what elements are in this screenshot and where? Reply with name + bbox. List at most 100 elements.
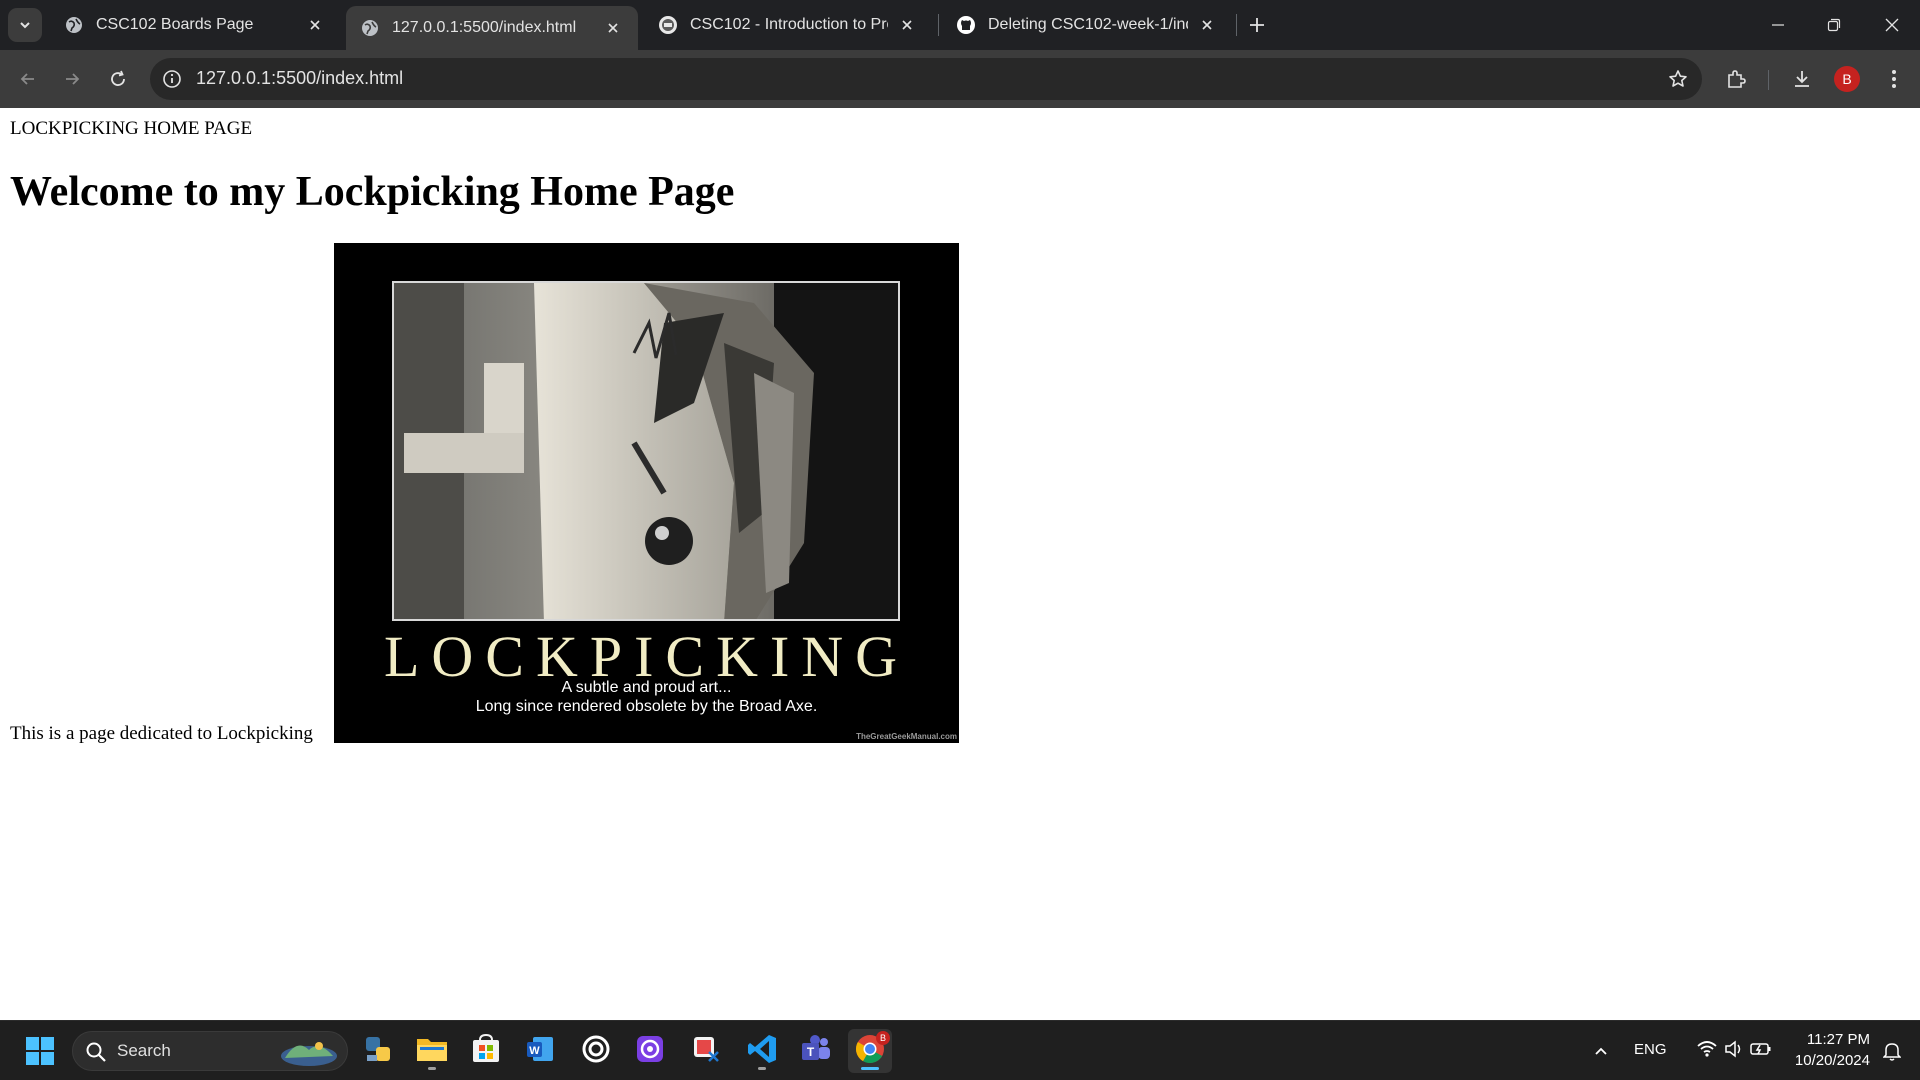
tab-index-html[interactable]: 127.0.0.1:5500/index.html <box>346 6 638 50</box>
clock-date[interactable]: 10/20/2024 <box>1786 1052 1870 1069</box>
purple-app-icon <box>635 1034 665 1069</box>
tab-title: CSC102 - Introduction to Progr <box>690 16 888 33</box>
taskbar-purple-app[interactable] <box>628 1029 672 1073</box>
tab-title: 127.0.0.1:5500/index.html <box>392 19 577 36</box>
restore-icon <box>1827 18 1841 32</box>
close-icon[interactable] <box>1196 14 1218 36</box>
forward-button[interactable] <box>56 63 88 95</box>
notifications-button[interactable] <box>1874 1029 1910 1073</box>
github-icon <box>956 15 976 35</box>
file-explorer-icon <box>416 1035 448 1068</box>
volume-icon <box>1724 1039 1744 1063</box>
close-icon <box>1885 18 1899 32</box>
new-tab-button[interactable] <box>1242 10 1272 40</box>
battery-charging-icon <box>1750 1041 1772 1062</box>
language-indicator[interactable]: ENG <box>1634 1041 1667 1058</box>
ms-store-icon <box>471 1033 501 1069</box>
windows-logo-icon <box>26 1037 54 1065</box>
snipping-tool-icon <box>691 1034 721 1069</box>
svg-text:W: W <box>529 1045 540 1057</box>
extensions-button[interactable] <box>1722 65 1750 93</box>
clock-time[interactable]: 11:27 PM <box>1786 1031 1870 1048</box>
restore-button[interactable] <box>1806 0 1862 50</box>
address-bar[interactable]: 127.0.0.1:5500/index.html <box>150 58 1702 100</box>
search-highlight-art-icon <box>279 1036 339 1073</box>
lockpicking-poster-image: LOCKPICKING A subtle and proud art... Lo… <box>334 243 959 743</box>
taskbar-snipping-tool[interactable] <box>684 1029 728 1073</box>
show-hidden-icons-button[interactable] <box>1580 1029 1622 1073</box>
profile-avatar[interactable]: B <box>1834 66 1860 92</box>
start-button[interactable] <box>18 1029 62 1073</box>
search-icon <box>85 1041 107 1068</box>
taskbar-chrome[interactable]: B <box>848 1029 892 1073</box>
arrow-right-icon <box>66 73 80 85</box>
close-icon[interactable] <box>896 14 918 36</box>
tab-separator <box>938 14 939 36</box>
poster-credit: TheGreatGeekManual.com <box>856 732 957 741</box>
address-url[interactable]: 127.0.0.1:5500/index.html <box>196 68 403 89</box>
globe-icon <box>360 18 380 38</box>
svg-text:T: T <box>807 1045 815 1059</box>
tab-csc102-intro[interactable]: CSC102 - Introduction to Progr <box>644 6 932 44</box>
vscode-icon <box>746 1033 778 1070</box>
site-info-icon[interactable] <box>160 67 184 91</box>
reload-button[interactable] <box>102 63 134 95</box>
running-indicator <box>758 1067 766 1070</box>
poster-subtitle-line1: A subtle and proud art... <box>561 679 732 696</box>
page-top-text: LOCKPICKING HOME PAGE <box>10 118 253 139</box>
circular-app-icon <box>581 1034 611 1069</box>
tab-github-deleting[interactable]: Deleting CSC102-week-1/index <box>942 6 1232 44</box>
tab-title: CSC102 Boards Page <box>96 16 254 33</box>
taskbar-circular-app[interactable] <box>574 1029 618 1073</box>
teams-icon: T <box>800 1034 832 1069</box>
browser-toolbar: 127.0.0.1:5500/index.html B <box>0 50 1920 108</box>
tab-csc102-boards[interactable]: CSC102 Boards Page <box>50 6 340 44</box>
taskbar-python-app[interactable] <box>356 1029 400 1073</box>
wifi-icon <box>1696 1040 1718 1063</box>
globe-icon <box>64 15 84 35</box>
taskbar-word[interactable]: W <box>518 1029 562 1073</box>
tab-search-button[interactable] <box>8 8 42 42</box>
windows-taskbar: Search W T B ENG 11:27 PM 10/20/2024 <box>0 1020 1920 1080</box>
taskbar-vscode[interactable] <box>740 1029 784 1073</box>
taskbar-ms-store[interactable] <box>464 1029 508 1073</box>
puzzle-icon <box>1728 70 1746 88</box>
course-site-icon <box>658 15 678 35</box>
bookmark-star-icon[interactable] <box>1666 67 1690 91</box>
axed-door-illustration <box>394 283 898 619</box>
taskbar-file-explorer[interactable] <box>410 1029 454 1073</box>
page-viewport: LOCKPICKING HOME PAGE Welcome to my Lock… <box>0 108 1920 1020</box>
plus-icon <box>1250 18 1264 32</box>
back-button[interactable] <box>12 63 44 95</box>
tab-separator <box>1236 14 1237 36</box>
close-icon[interactable] <box>304 14 326 36</box>
minimize-button[interactable] <box>1750 0 1806 50</box>
taskbar-search[interactable]: Search <box>72 1031 348 1071</box>
chevron-up-icon <box>1595 1047 1607 1055</box>
downloads-button[interactable] <box>1788 65 1816 93</box>
bell-icon <box>1883 1043 1901 1061</box>
download-icon <box>1795 71 1809 87</box>
poster-photo <box>392 281 900 621</box>
more-vertical-icon <box>1892 70 1896 88</box>
reload-icon <box>111 70 125 86</box>
active-indicator <box>861 1067 879 1070</box>
search-label: Search <box>117 1041 171 1060</box>
taskbar-teams[interactable]: T <box>794 1029 838 1073</box>
python-icon <box>363 1034 393 1069</box>
tab-title: Deleting CSC102-week-1/index <box>988 16 1188 33</box>
close-icon[interactable] <box>602 17 624 39</box>
running-indicator <box>428 1067 436 1070</box>
word-icon: W <box>525 1034 555 1069</box>
close-window-button[interactable] <box>1864 0 1920 50</box>
minimize-icon <box>1772 24 1784 26</box>
chrome-profile-badge: B <box>876 1031 890 1045</box>
page-paragraph: This is a page dedicated to Lockpicking <box>10 723 313 744</box>
poster-subtitle-line2: Long since rendered obsolete by the Broa… <box>475 698 818 715</box>
toolbar-separator <box>1768 70 1769 90</box>
chrome-menu-button[interactable] <box>1880 65 1908 93</box>
arrow-left-icon <box>20 73 34 85</box>
chevron-down-icon <box>20 22 30 29</box>
quick-settings-button[interactable] <box>1684 1029 1784 1073</box>
browser-tab-strip: CSC102 Boards Page 127.0.0.1:5500/index.… <box>0 0 1920 50</box>
